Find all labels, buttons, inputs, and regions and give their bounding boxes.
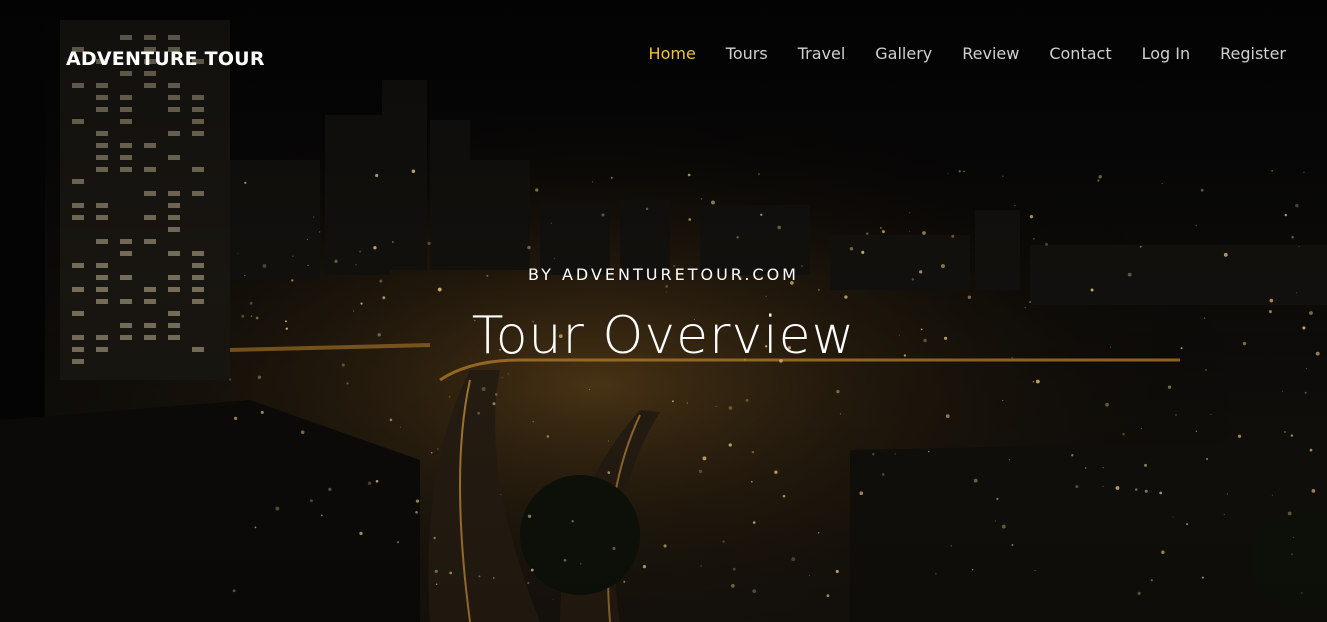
nav-item-review[interactable]: Review — [962, 43, 1019, 65]
main-nav: Home Tours Travel Gallery Review Contact… — [619, 43, 1286, 65]
nav-item-home[interactable]: Home — [649, 43, 696, 65]
nav-item-tours[interactable]: Tours — [726, 43, 768, 65]
nav-item-travel[interactable]: Travel — [798, 43, 846, 65]
hero-title: Tour Overview — [471, 306, 856, 366]
nav-item-register[interactable]: Register — [1220, 43, 1286, 65]
hero-subtitle: BY ADVENTURETOUR.COM — [528, 265, 799, 284]
nav-item-gallery[interactable]: Gallery — [875, 43, 932, 65]
nav-item-contact[interactable]: Contact — [1049, 43, 1111, 65]
nav-item-login[interactable]: Log In — [1142, 43, 1191, 65]
brand-logo-text[interactable]: ADVENTURE TOUR — [66, 48, 265, 70]
